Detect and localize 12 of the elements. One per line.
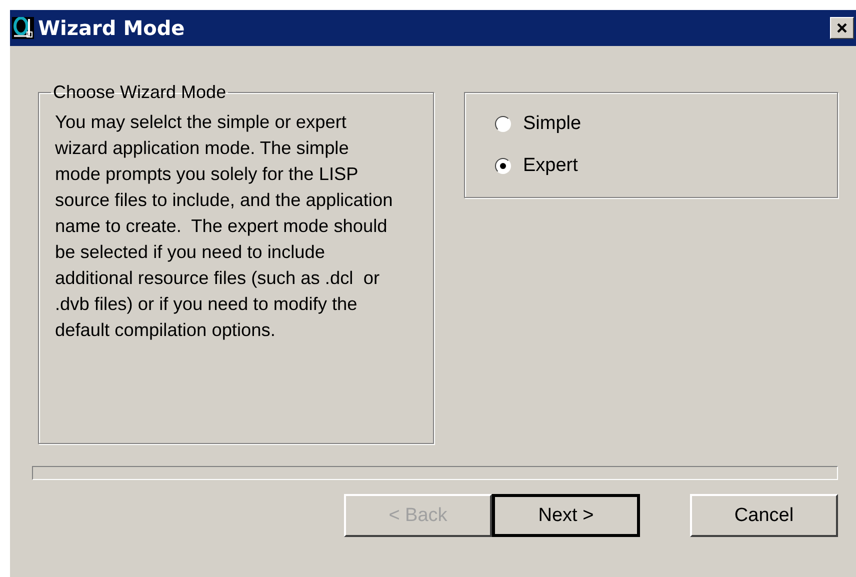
window-title: Wizard Mode <box>38 16 186 40</box>
app-icon <box>12 17 34 39</box>
close-icon <box>836 22 848 34</box>
next-button[interactable]: Next > <box>492 494 640 537</box>
cancel-button[interactable]: Cancel <box>690 494 838 537</box>
group-title: Choose Wizard Mode <box>52 82 228 103</box>
radio-button[interactable] <box>495 158 511 174</box>
radio-label[interactable]: Expert <box>523 155 578 177</box>
description-text: You may selelct the simple or expert wizard application mode. The simple mode prompts you solely for the LISP source files to include, and the application name to create. The expert mode should be selected if you need to include additional resource files (such as .dcl or .dvb files) or if you need to modify the default compilation options. <box>55 111 394 342</box>
radio-label[interactable]: Simple <box>523 113 582 135</box>
close-button[interactable] <box>830 17 854 39</box>
radio-button[interactable] <box>495 116 511 132</box>
